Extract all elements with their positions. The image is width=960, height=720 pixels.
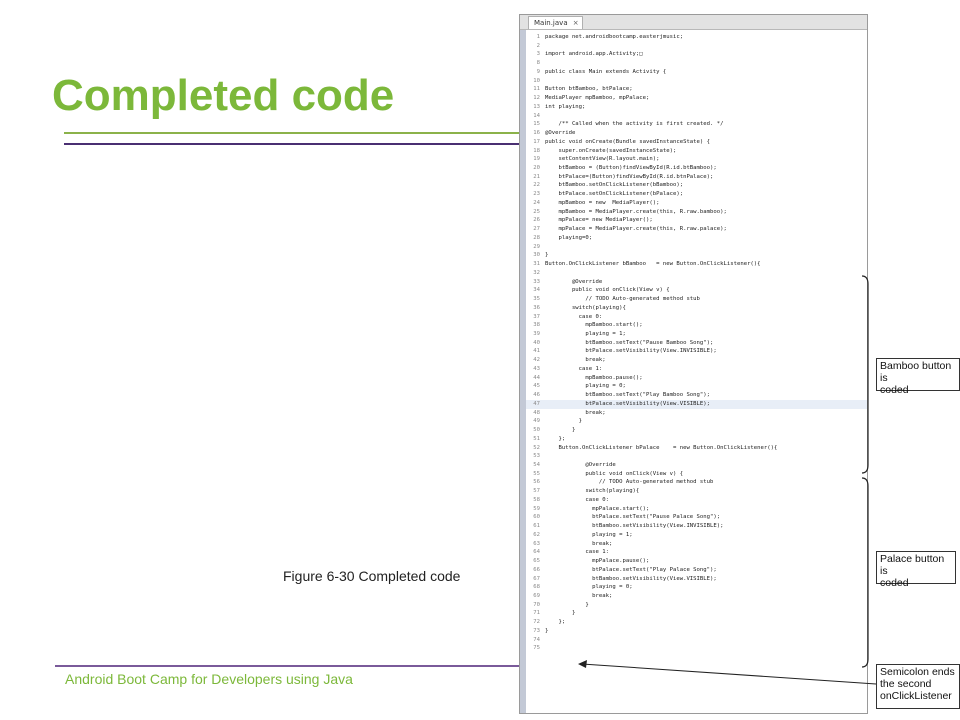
callout-overlay: [578, 275, 877, 685]
palace-bracket: [861, 477, 869, 668]
bamboo-bracket: [861, 275, 869, 474]
callout-semicolon: Semicolon ends the second onClickListene…: [876, 664, 960, 709]
callout-palace: Palace button is coded: [876, 551, 956, 589]
semicolon-arrow: [581, 663, 877, 685]
semicolon-arrow-head: [578, 660, 587, 668]
callout-bamboo: Bamboo button is coded: [876, 358, 960, 396]
